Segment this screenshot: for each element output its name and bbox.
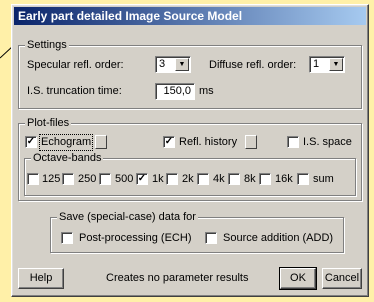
echogram-label: Echogram: [38, 134, 94, 151]
band-4k-checkbox[interactable]: [197, 173, 209, 185]
status-text: Creates no parameter results: [106, 272, 249, 284]
is-space-label: I.S. space: [303, 136, 352, 148]
band-8k-label: 8k: [244, 173, 256, 185]
truncation-time-input[interactable]: 150,0: [155, 83, 195, 100]
is-space-checkbox[interactable]: [287, 136, 299, 148]
help-button[interactable]: Help: [18, 268, 64, 289]
band-250-checkbox[interactable]: [62, 173, 74, 185]
truncation-unit: ms: [199, 85, 214, 97]
chevron-down-icon[interactable]: ▼: [329, 58, 343, 71]
post-processing-label: Post-processing (ECH): [79, 232, 192, 244]
band-16k-checkbox[interactable]: [259, 173, 271, 185]
save-data-legend: Save (special-case) data for: [57, 211, 198, 224]
refl-history-options-button[interactable]: [245, 135, 257, 149]
refl-history-label: Refl. history: [179, 136, 238, 148]
cancel-button[interactable]: Cancel: [322, 268, 362, 289]
band-1k-label: 1k: [152, 173, 164, 185]
band-125-label: 125: [42, 173, 61, 185]
source-addition-checkbox[interactable]: [205, 232, 217, 244]
plot-files-group: Plot-files ✓ Echogram ✓ Refl. history I.…: [18, 117, 362, 201]
specular-order-value: 3: [159, 58, 166, 70]
band-sum-label: sum: [313, 173, 334, 185]
echogram-options-button[interactable]: [95, 135, 107, 149]
refl-history-checkbox[interactable]: ✓: [163, 136, 175, 148]
plot-files-legend: Plot-files: [25, 117, 72, 130]
settings-group: Settings Specular refl. order: 3 ▼ Diffu…: [18, 39, 362, 109]
diffuse-order-value: 1: [313, 58, 320, 70]
octave-bands-legend: Octave-bands: [31, 152, 104, 165]
band-500-checkbox[interactable]: [99, 173, 111, 185]
post-processing-checkbox[interactable]: [61, 232, 73, 244]
band-4k-label: 4k: [213, 173, 225, 185]
band-2k-checkbox[interactable]: [166, 173, 178, 185]
band-sum-checkbox[interactable]: [297, 173, 309, 185]
dialog-title: Early part detailed Image Source Model: [14, 7, 366, 25]
chevron-down-icon[interactable]: ▼: [175, 58, 189, 71]
band-250-label: 250: [78, 173, 97, 185]
octave-bands-group: Octave-bands 125 250 500 ✓ 1k 2k 4k 8k 1…: [24, 152, 356, 196]
source-addition-label: Source addition (ADD): [223, 232, 334, 244]
diffuse-order-label: Diffuse refl. order:: [209, 59, 297, 71]
diffuse-order-select[interactable]: 1 ▼: [309, 56, 345, 73]
save-data-group: Save (special-case) data for Post-proces…: [50, 211, 344, 253]
band-8k-checkbox[interactable]: [228, 173, 240, 185]
settings-legend: Settings: [25, 39, 69, 52]
specular-order-label: Specular refl. order:: [27, 59, 124, 71]
band-2k-label: 2k: [182, 173, 194, 185]
dialog-window: Early part detailed Image Source Model S…: [11, 4, 369, 297]
band-1k-checkbox[interactable]: ✓: [136, 173, 148, 185]
echogram-checkbox[interactable]: ✓: [25, 136, 37, 148]
band-16k-label: 16k: [275, 173, 293, 185]
truncation-time-label: I.S. truncation time:: [27, 85, 122, 97]
specular-order-select[interactable]: 3 ▼: [155, 56, 191, 73]
ok-button[interactable]: OK: [279, 267, 317, 290]
band-125-checkbox[interactable]: [27, 173, 39, 185]
band-500-label: 500: [115, 173, 134, 185]
